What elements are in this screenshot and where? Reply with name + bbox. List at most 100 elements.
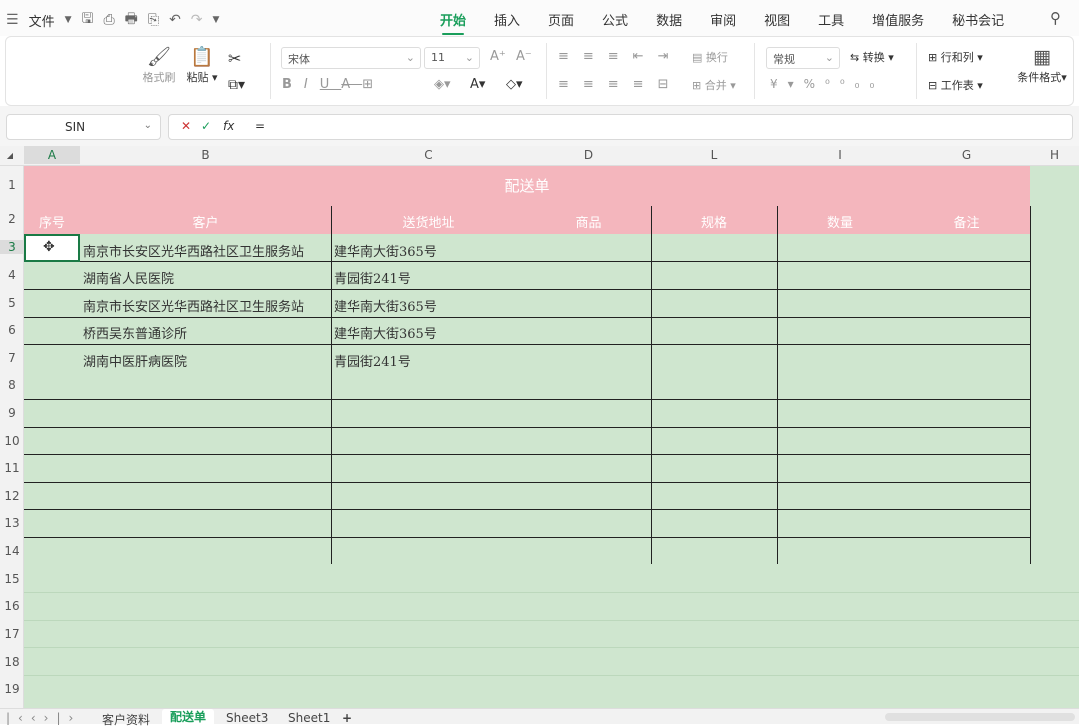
- strikethrough-icon[interactable]: A: [341, 77, 362, 92]
- tab-page[interactable]: 页面: [548, 10, 574, 29]
- col-header-G[interactable]: G: [903, 148, 1030, 162]
- horizontal-scrollbar[interactable]: [885, 713, 1075, 721]
- convert-button[interactable]: ⇆ 转换 ▾: [850, 49, 894, 65]
- bold-icon[interactable]: B: [282, 77, 304, 92]
- cell-customer[interactable]: 南京市长安区光华西路社区卫生服务站: [83, 296, 304, 315]
- col-header-A[interactable]: A: [24, 146, 80, 164]
- fill-color-icon[interactable]: ◈▾: [434, 77, 451, 92]
- row-header[interactable]: 1: [0, 178, 24, 192]
- cancel-icon[interactable]: ✕: [181, 119, 191, 133]
- font-name-select[interactable]: 宋体 ⌄: [281, 47, 421, 69]
- col-header-I[interactable]: I: [777, 148, 903, 162]
- print-preview-icon[interactable]: ⎘: [148, 12, 159, 28]
- row-header[interactable]: 6: [0, 323, 24, 337]
- rows-cols-button[interactable]: ⊞ 行和列 ▾: [928, 49, 983, 65]
- sheet-nav-arrows[interactable]: |‹‹›|›: [6, 711, 81, 725]
- font-style-buttons[interactable]: BIUA⊞: [282, 77, 385, 92]
- row-header[interactable]: 15: [0, 572, 24, 586]
- header-quantity[interactable]: 数量: [777, 212, 903, 231]
- row-header[interactable]: 9: [0, 406, 24, 420]
- header-product[interactable]: 商品: [526, 212, 651, 231]
- sheet-tab-active[interactable]: 配送单: [162, 709, 215, 725]
- cell-address[interactable]: 青园街241号: [334, 268, 411, 287]
- tab-review[interactable]: 审阅: [710, 10, 736, 29]
- merge-button[interactable]: ⊞ 合并 ▾: [692, 77, 736, 93]
- tab-home[interactable]: 开始: [440, 10, 466, 35]
- number-format-select[interactable]: 常规 ⌄: [766, 47, 840, 69]
- select-all-corner[interactable]: ◢: [4, 151, 16, 160]
- header-index[interactable]: 序号: [24, 212, 80, 231]
- row-header[interactable]: 3: [0, 240, 24, 254]
- sheet-tab[interactable]: 客户资料: [102, 711, 150, 728]
- undo-icon[interactable]: ↶: [169, 12, 181, 28]
- hamburger-menu-icon[interactable]: ☰: [6, 12, 19, 28]
- tab-value-added[interactable]: 增值服务: [872, 10, 924, 29]
- file-menu[interactable]: 文件: [29, 11, 55, 30]
- header-address[interactable]: 送货地址: [331, 212, 526, 231]
- clear-icon[interactable]: ◇▾: [506, 77, 523, 92]
- search-icon[interactable]: ⚲: [1050, 9, 1061, 27]
- cell-customer[interactable]: 桥西吴东普通诊所: [83, 323, 187, 342]
- fx-icon[interactable]: fx: [223, 119, 234, 133]
- align-vertical-icons[interactable]: ≡≡≡⇤⇥: [558, 49, 682, 64]
- chevron-down-icon[interactable]: ▼: [65, 15, 72, 25]
- col-header-C[interactable]: C: [331, 148, 526, 162]
- wrap-text-button[interactable]: ▤ 换行: [692, 49, 728, 65]
- row-header[interactable]: 10: [0, 434, 24, 448]
- number-format-icons[interactable]: ¥▾%⁰⁰₀₀: [770, 77, 884, 91]
- confirm-icon[interactable]: ✓: [201, 119, 211, 133]
- header-spec[interactable]: 规格: [651, 212, 777, 231]
- cell-customer[interactable]: 南京市长安区光华西路社区卫生服务站: [83, 241, 304, 260]
- underline-icon[interactable]: U: [320, 77, 342, 92]
- row-header[interactable]: 4: [0, 268, 24, 282]
- row-header[interactable]: 16: [0, 599, 24, 613]
- row-header[interactable]: 7: [0, 351, 24, 365]
- sheet-title[interactable]: 配送单: [24, 166, 1030, 206]
- col-header-L[interactable]: L: [651, 148, 777, 162]
- cell-address[interactable]: 建华南大街365号: [334, 241, 437, 260]
- row-header[interactable]: 19: [0, 682, 24, 696]
- redo-icon[interactable]: ↷: [191, 12, 203, 28]
- print-icon[interactable]: 🖶: [125, 8, 138, 32]
- font-color-icon[interactable]: A▾: [470, 77, 485, 92]
- decrease-font-icon[interactable]: A⁻: [516, 49, 532, 64]
- paste-button[interactable]: 📋 粘贴 ▾: [182, 45, 222, 85]
- tab-tools[interactable]: 工具: [818, 10, 844, 29]
- export-icon[interactable]: ⎙: [103, 12, 114, 28]
- col-header-B[interactable]: B: [80, 148, 331, 162]
- row-header[interactable]: 2: [0, 212, 24, 226]
- row-header[interactable]: 12: [0, 489, 24, 503]
- italic-icon[interactable]: I: [304, 77, 320, 92]
- formula-content[interactable]: =: [255, 119, 265, 133]
- formula-input[interactable]: ✕ ✓ fx =: [168, 114, 1073, 140]
- tab-secretary[interactable]: 秘书会记: [952, 10, 1004, 29]
- row-header[interactable]: 18: [0, 655, 24, 669]
- col-header-H[interactable]: H: [1030, 148, 1079, 162]
- tab-insert[interactable]: 插入: [494, 10, 520, 29]
- row-header[interactable]: 11: [0, 461, 24, 475]
- tab-view[interactable]: 视图: [764, 10, 790, 29]
- cell-address[interactable]: 建华南大街365号: [334, 323, 437, 342]
- cell-address[interactable]: 青园街241号: [334, 351, 411, 370]
- row-header[interactable]: 5: [0, 296, 24, 310]
- increase-font-icon[interactable]: A⁺: [490, 49, 506, 64]
- row-header[interactable]: 8: [0, 378, 24, 392]
- align-horizontal-icons[interactable]: ≡≡≡≡⊟: [558, 77, 682, 92]
- sheet-tab[interactable]: Sheet1: [288, 711, 330, 725]
- name-box[interactable]: SIN ⌄: [6, 114, 161, 140]
- row-header[interactable]: 17: [0, 627, 24, 641]
- cell-customer[interactable]: 湖南中医肝病医院: [83, 351, 187, 370]
- header-notes[interactable]: 备注: [903, 212, 1030, 231]
- cut-icon[interactable]: ✂: [228, 49, 241, 68]
- conditional-format-button[interactable]: ▦ 条件格式▾: [1012, 45, 1072, 85]
- tab-formula[interactable]: 公式: [602, 10, 628, 29]
- row-header[interactable]: 13: [0, 516, 24, 530]
- more-chevron-icon[interactable]: ▼: [213, 15, 220, 25]
- worksheet-button[interactable]: ⊟ 工作表 ▾: [928, 77, 983, 93]
- spreadsheet-grid[interactable]: 配送单 序号 客户 送货地址 商品 规格 数量 备注 ✥ 南京市长安区光华西路社…: [24, 166, 1079, 708]
- format-painter-button[interactable]: 🖌 格式刷: [136, 45, 182, 85]
- col-header-D[interactable]: D: [526, 148, 651, 162]
- header-customer[interactable]: 客户: [80, 212, 331, 231]
- add-sheet-icon[interactable]: +: [342, 711, 352, 725]
- font-size-select[interactable]: 11 ⌄: [424, 47, 480, 69]
